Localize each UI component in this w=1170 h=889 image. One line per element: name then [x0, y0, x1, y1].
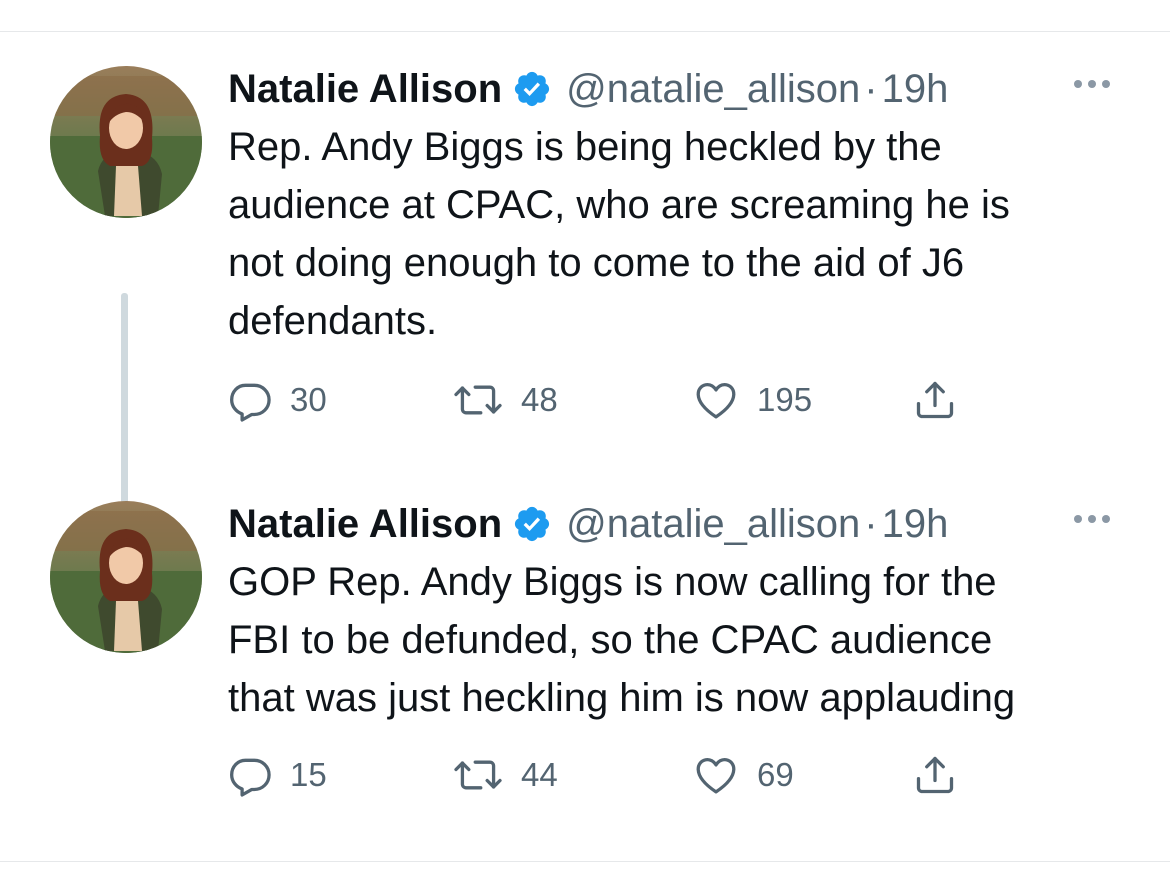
heart-icon	[693, 378, 739, 422]
reply-icon	[228, 378, 272, 422]
like-count: 195	[757, 381, 813, 418]
tweet-text-line: audience at CPAC, who are screaming he i…	[228, 183, 1010, 227]
bottom-divider	[0, 861, 1170, 862]
retweet-count: 48	[521, 381, 558, 418]
reply-count: 15	[290, 756, 327, 793]
author-handle[interactable]: @natalie_allison	[566, 502, 860, 547]
like-button[interactable]: 195	[693, 375, 812, 425]
more-options-icon[interactable]	[1074, 515, 1110, 523]
reply-button[interactable]: 30	[228, 375, 327, 425]
top-divider	[0, 31, 1170, 32]
author-avatar[interactable]	[50, 66, 202, 218]
verified-badge-icon	[512, 504, 552, 544]
tweet-timestamp[interactable]: 19h	[882, 502, 949, 547]
reply-icon	[228, 753, 272, 797]
author-display-name[interactable]: Natalie Allison	[228, 502, 502, 547]
share-button[interactable]	[913, 750, 957, 800]
header-separator: ·	[864, 501, 878, 546]
retweet-count: 44	[521, 756, 558, 793]
header-separator: ·	[864, 66, 878, 111]
tweet-header: Natalie Allison @natalie_allison · 19h	[228, 499, 948, 549]
like-button[interactable]: 69	[693, 750, 794, 800]
retweet-icon	[453, 753, 503, 797]
tweet-text-line: GOP Rep. Andy Biggs is now calling for t…	[228, 560, 997, 604]
tweet-text: Rep. Andy Biggs is being heckled by the …	[228, 118, 1148, 350]
retweet-button[interactable]: 48	[453, 375, 558, 425]
tweet-text-line: Rep. Andy Biggs is being heckled by the	[228, 125, 942, 169]
tweet-text-line: that was just heckling him is now applau…	[228, 676, 1016, 720]
reply-button[interactable]: 15	[228, 750, 327, 800]
retweet-button[interactable]: 44	[453, 750, 558, 800]
tweet-header: Natalie Allison @natalie_allison · 19h	[228, 64, 948, 114]
reply-count: 30	[290, 381, 327, 418]
tweet-text-line: defendants.	[228, 299, 438, 343]
heart-icon	[693, 753, 739, 797]
author-handle[interactable]: @natalie_allison	[566, 67, 860, 112]
tweet-text: GOP Rep. Andy Biggs is now calling for t…	[228, 553, 1148, 727]
retweet-icon	[453, 378, 503, 422]
author-display-name[interactable]: Natalie Allison	[228, 67, 502, 112]
like-count: 69	[757, 756, 794, 793]
share-button[interactable]	[913, 375, 957, 425]
tweet-text-line: not doing enough to come to the aid of J…	[228, 241, 965, 285]
share-icon	[913, 753, 957, 797]
more-options-icon[interactable]	[1074, 80, 1110, 88]
verified-badge-icon	[512, 69, 552, 109]
tweet-timestamp[interactable]: 19h	[882, 67, 949, 112]
tweet-text-line: FBI to be defunded, so the CPAC audience	[228, 618, 993, 662]
share-icon	[913, 378, 957, 422]
author-avatar[interactable]	[50, 501, 202, 653]
